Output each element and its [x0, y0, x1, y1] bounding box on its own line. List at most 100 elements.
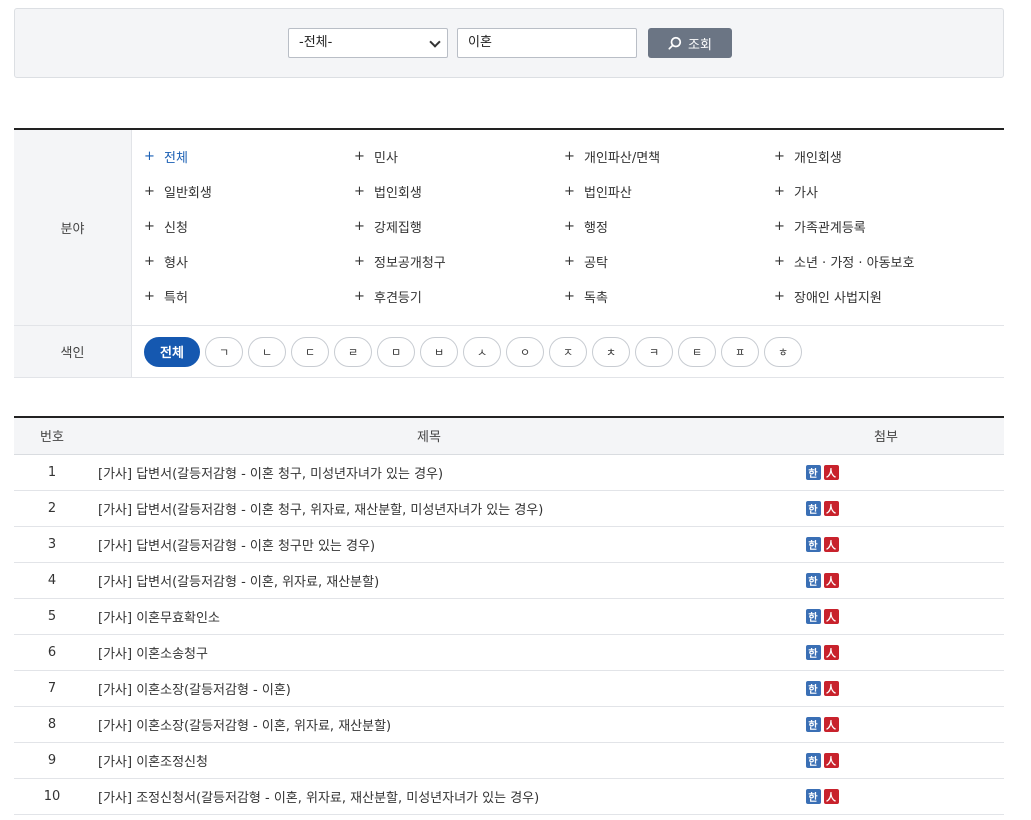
pdf-file-icon[interactable]: 人 [823, 608, 839, 624]
field-item[interactable]: + 독촉 [564, 282, 774, 317]
field-item-label: 소년 · 가정 · 아동보호 [794, 256, 915, 271]
row-number: 4 [14, 562, 90, 599]
field-item[interactable]: + 특허 [144, 282, 354, 317]
pdf-file-icon[interactable]: 人 [823, 536, 839, 552]
pdf-file-icon[interactable]: 人 [823, 500, 839, 516]
plus-icon: + [354, 149, 365, 164]
hwp-file-icon[interactable]: 한 [805, 500, 821, 516]
index-button-all[interactable]: 전체 [144, 336, 200, 367]
field-item[interactable]: + 행정 [564, 212, 774, 247]
index-button[interactable]: ㄷ [291, 336, 329, 367]
index-filter-list: 전체 ㄱㄴㄷㄹㅁㅂㅅㅇㅈㅊㅋㅌㅍㅎ [132, 326, 802, 377]
attachment-icons: 한人 [704, 608, 940, 624]
field-item[interactable]: + 개인회생 [774, 142, 984, 177]
table-row: 4 [가사] 답변서(갈등저감형 - 이혼, 위자료, 재산분할) 한 人 [14, 562, 1004, 599]
field-item-label: 정보공개청구 [374, 256, 446, 271]
field-item-label: 가족관계등록 [794, 221, 866, 236]
field-item[interactable]: + 민사 [354, 142, 564, 177]
index-button[interactable]: ㅂ [420, 336, 458, 367]
field-item[interactable]: + 공탁 [564, 247, 774, 282]
field-item[interactable]: + 개인파산/면책 [564, 142, 774, 177]
field-item[interactable]: + 법인파산 [564, 177, 774, 212]
field-item[interactable]: + 가족관계등록 [774, 212, 984, 247]
search-button-label: 조회 [688, 37, 712, 53]
pdf-file-icon[interactable]: 人 [823, 788, 839, 804]
plus-icon: + [144, 149, 155, 164]
category-select[interactable]: -전체- [288, 28, 448, 58]
hwp-file-icon[interactable]: 한 [805, 644, 821, 660]
row-title-link[interactable]: [가사] 답변서(갈등저감형 - 이혼 청구, 미성년자녀가 있는 경우) [90, 454, 768, 491]
column-header-number: 번호 [14, 417, 90, 455]
field-filter-label: 분야 [14, 130, 132, 325]
index-button[interactable]: ㅈ [549, 336, 587, 367]
attachment-icons: 한人 [704, 464, 940, 480]
index-button[interactable]: ㄹ [334, 336, 372, 367]
hwp-file-icon[interactable]: 한 [805, 464, 821, 480]
attachment-icons: 한人 [704, 788, 940, 804]
row-attachments: 한人 [768, 454, 1004, 491]
field-item[interactable]: + 후견등기 [354, 282, 564, 317]
field-item[interactable]: + 가사 [774, 177, 984, 212]
plus-icon: + [354, 289, 365, 304]
row-title-link[interactable]: [가사] 조정신청서(갈등저감형 - 이혼, 위자료, 재산분할, 미성년자녀가… [90, 778, 768, 815]
search-button[interactable]: 조회 [648, 28, 732, 58]
row-title-link[interactable]: [가사] 답변서(갈등저감형 - 이혼, 위자료, 재산분할) [90, 562, 768, 599]
pdf-file-icon[interactable]: 人 [823, 752, 839, 768]
index-button[interactable]: ㅊ [592, 336, 630, 367]
row-title-link[interactable]: [가사] 답변서(갈등저감형 - 이혼 청구만 있는 경우) [90, 526, 768, 563]
index-button[interactable]: ㄴ [248, 336, 286, 367]
row-title-link[interactable]: [가사] 이혼무효확인소 [90, 598, 768, 635]
index-button[interactable]: ㅅ [463, 336, 501, 367]
pdf-file-icon[interactable]: 人 [823, 680, 839, 696]
hwp-file-icon[interactable]: 한 [805, 788, 821, 804]
field-item[interactable]: + 정보공개청구 [354, 247, 564, 282]
hwp-file-icon[interactable]: 한 [805, 536, 821, 552]
row-number: 8 [14, 706, 90, 743]
table-row: 7 [가사] 이혼소장(갈등저감형 - 이혼) 한 人 [14, 670, 1004, 707]
field-item[interactable]: + 법인회생 [354, 177, 564, 212]
hwp-file-icon[interactable]: 한 [805, 608, 821, 624]
field-filter-row: 분야 + 전체 + 민사 + 개인파산/면책 + 개인회생 + 일반회생 + 법인회생 + 법인파산 + 가사… [14, 130, 1004, 326]
field-item-label: 개인회생 [794, 151, 842, 166]
field-item[interactable]: + 일반회생 [144, 177, 354, 212]
field-item[interactable]: + 소년 · 가정 · 아동보호 [774, 247, 984, 282]
table-row: 10 [가사] 조정신청서(갈등저감형 - 이혼, 위자료, 재산분할, 미성년자… [14, 778, 1004, 815]
hwp-file-icon[interactable]: 한 [805, 680, 821, 696]
search-input[interactable]: 이혼 [457, 28, 637, 58]
hwp-file-icon[interactable]: 한 [805, 716, 821, 732]
row-number: 3 [14, 526, 90, 563]
index-button[interactable]: ㅎ [764, 336, 802, 367]
index-button[interactable]: ㄱ [205, 336, 243, 367]
hwp-file-icon[interactable]: 한 [805, 752, 821, 768]
plus-icon: + [144, 289, 155, 304]
index-button[interactable]: ㅍ [721, 336, 759, 367]
row-title-link[interactable]: [가사] 이혼소송청구 [90, 634, 768, 671]
pdf-file-icon[interactable]: 人 [823, 464, 839, 480]
pdf-file-icon[interactable]: 人 [823, 644, 839, 660]
row-title-link[interactable]: [가사] 이혼소장(갈등저감형 - 이혼) [90, 670, 768, 707]
field-item-label: 가사 [794, 186, 818, 201]
row-attachments: 한人 [768, 598, 1004, 635]
hwp-file-icon[interactable]: 한 [805, 572, 821, 588]
field-item[interactable]: + 강제집행 [354, 212, 564, 247]
field-item[interactable]: + 형사 [144, 247, 354, 282]
row-title-link[interactable]: [가사] 이혼소장(갈등저감형 - 이혼, 위자료, 재산분할) [90, 706, 768, 743]
field-item[interactable]: + 전체 [144, 142, 354, 177]
field-item[interactable]: + 신청 [144, 212, 354, 247]
table-row: 8 [가사] 이혼소장(갈등저감형 - 이혼, 위자료, 재산분할) 한 人 [14, 706, 1004, 743]
field-item[interactable]: + 장애인 사법지원 [774, 282, 984, 317]
index-button[interactable]: ㅇ [506, 336, 544, 367]
plus-icon: + [774, 254, 785, 269]
results-header-row: 번호 제목 첨부 [14, 417, 1004, 455]
field-item-label: 후견등기 [374, 291, 422, 306]
pdf-file-icon[interactable]: 人 [823, 716, 839, 732]
pdf-file-icon[interactable]: 人 [823, 572, 839, 588]
row-number: 2 [14, 490, 90, 527]
row-title-link[interactable]: [가사] 이혼조정신청 [90, 742, 768, 779]
index-button[interactable]: ㅁ [377, 336, 415, 367]
plus-icon: + [144, 254, 155, 269]
index-button[interactable]: ㅌ [678, 336, 716, 367]
row-title-link[interactable]: [가사] 답변서(갈등저감형 - 이혼 청구, 위자료, 재산분할, 미성년자녀… [90, 490, 768, 527]
plus-icon: + [564, 149, 575, 164]
index-button[interactable]: ㅋ [635, 336, 673, 367]
